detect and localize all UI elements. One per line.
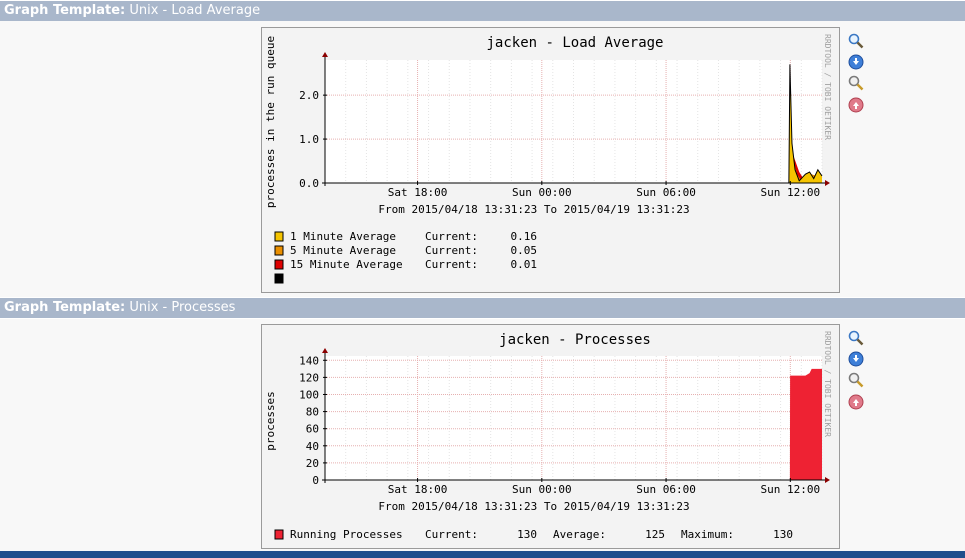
graph-title: jacken - Processes xyxy=(499,332,651,348)
properties-icon[interactable] xyxy=(848,372,864,388)
legend-swatch xyxy=(274,231,284,242)
y-tick-label: 140 xyxy=(299,354,319,367)
y-tick-label: 1.0 xyxy=(299,133,319,146)
x-ticks: Sat 18:00 Sun 00:00 Sun 06:00 Sun 12:00 xyxy=(388,478,820,496)
y-tick-label: 100 xyxy=(299,388,319,401)
legend-average-value: 125 xyxy=(645,528,665,541)
legend-swatch xyxy=(274,529,284,540)
legend-current-value: 130 xyxy=(517,528,537,541)
legend-label: 1 Minute Average xyxy=(290,230,396,243)
x-tick-label: Sat 18:00 xyxy=(388,483,448,496)
section-header-processes[interactable]: Graph Template: Unix - Processes xyxy=(0,298,965,318)
y-axis-arrow xyxy=(322,348,328,353)
y-tick-label: 40 xyxy=(306,440,319,453)
legend-item xyxy=(274,273,284,284)
legend-maximum-value: 130 xyxy=(773,528,793,541)
y-tick-label: 60 xyxy=(306,423,319,436)
move-up-icon[interactable] xyxy=(848,97,864,113)
legend-label: Running Processes xyxy=(290,528,403,541)
series-area xyxy=(789,368,822,480)
y-tick-label: 120 xyxy=(299,371,319,384)
legend-average-label: Average: xyxy=(553,528,606,541)
x-axis-arrow xyxy=(825,180,830,186)
y-tick-label: 0 xyxy=(312,474,319,487)
y-ticks: 0 20 40 60 80 100 120 140 xyxy=(299,354,327,487)
legend-item: 5 Minute Average Current: 0.05 xyxy=(274,244,538,257)
legend-item: Running Processes Current: 130 Average: … xyxy=(274,528,793,541)
legend-current-label: Current: xyxy=(425,230,478,243)
legend-current-label: Current: xyxy=(425,528,478,541)
y-axis-arrow xyxy=(322,52,328,57)
data-areas xyxy=(789,368,822,480)
legend-swatch xyxy=(274,245,284,256)
section-header-load-average[interactable]: Graph Template: Unix - Load Average xyxy=(0,1,965,21)
legend-swatch xyxy=(274,259,284,270)
section-header-bold: Graph Template: xyxy=(4,3,126,18)
zoom-icon[interactable] xyxy=(848,330,864,346)
x-ticks: Sat 18:00 Sun 00:00 Sun 06:00 Sun 12:00 xyxy=(388,181,820,199)
y-ticks: 0.0 1.0 2.0 xyxy=(299,89,327,190)
properties-icon[interactable] xyxy=(848,75,864,91)
x-tick-label: Sun 00:00 xyxy=(512,483,572,496)
legend-current-label: Current: xyxy=(425,244,478,257)
legend-maximum-label: Maximum: xyxy=(681,528,734,541)
x-tick-label: Sun 06:00 xyxy=(636,483,696,496)
export-icon[interactable] xyxy=(848,54,864,70)
y-tick-label: 2.0 xyxy=(299,89,319,102)
graph-title: jacken - Load Average xyxy=(486,35,663,51)
legend-item: 15 Minute Average Current: 0.01 xyxy=(274,258,538,271)
x-axis-arrow xyxy=(825,477,830,483)
x-tick-label: Sun 12:00 xyxy=(761,186,821,199)
legend-current-value: 0.16 xyxy=(511,230,538,243)
zoom-icon[interactable] xyxy=(848,33,864,49)
section-header-title: Unix - Load Average xyxy=(125,3,261,18)
y-tick-label: 0.0 xyxy=(299,177,319,190)
y-tick-label: 20 xyxy=(306,457,319,470)
date-range: From 2015/04/18 13:31:23 To 2015/04/19 1… xyxy=(378,500,689,513)
x-tick-label: Sun 00:00 xyxy=(512,186,572,199)
legend-label: 15 Minute Average xyxy=(290,258,403,271)
section-header-bold: Graph Template: xyxy=(4,300,126,315)
processes-graph[interactable]: jacken - Processes RRDTOOL / TOBI OETIKE… xyxy=(261,324,840,549)
legend-item: 1 Minute Average Current: 0.16 xyxy=(274,230,538,243)
legend-current-label: Current: xyxy=(425,258,478,271)
x-tick-label: Sun 06:00 xyxy=(636,186,696,199)
load-average-graph[interactable]: jacken - Load Average RRDTOOL / TOBI OET… xyxy=(261,27,840,293)
section-header-title: Unix - Processes xyxy=(125,300,236,315)
legend-label: 5 Minute Average xyxy=(290,244,396,257)
legend-current-value: 0.05 xyxy=(511,244,538,257)
y-tick-label: 80 xyxy=(306,406,319,419)
export-icon[interactable] xyxy=(848,351,864,367)
x-tick-label: Sun 12:00 xyxy=(761,483,821,496)
move-up-icon[interactable] xyxy=(848,394,864,410)
date-range: From 2015/04/18 13:31:23 To 2015/04/19 1… xyxy=(378,203,689,216)
y-axis-label: processes xyxy=(264,391,277,451)
footer-bar xyxy=(0,551,965,558)
x-tick-label: Sat 18:00 xyxy=(388,186,448,199)
legend-current-value: 0.01 xyxy=(511,258,538,271)
rrdtool-credit: RRDTOOL / TOBI OETIKER xyxy=(823,34,832,140)
rrdtool-credit: RRDTOOL / TOBI OETIKER xyxy=(823,331,832,437)
y-axis-label: processes in the run queue xyxy=(264,36,277,208)
legend-swatch xyxy=(274,273,284,284)
legend: 1 Minute Average Current: 0.16 5 Minute … xyxy=(274,230,538,284)
